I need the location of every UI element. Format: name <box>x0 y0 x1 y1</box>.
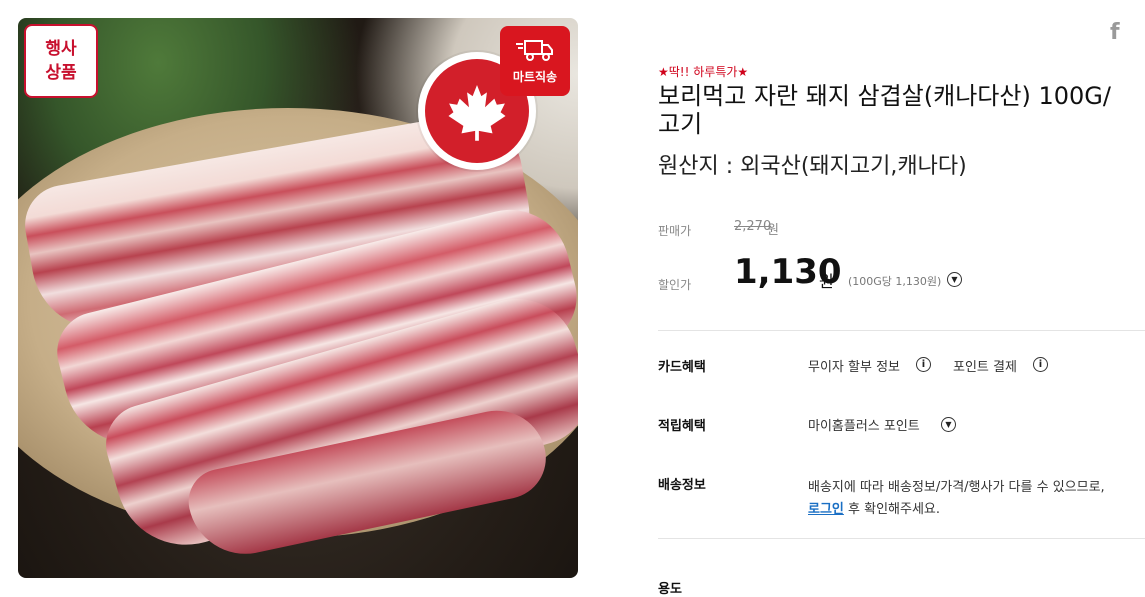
product-image: 행사 상품 마트직송 <box>18 18 578 578</box>
sale-price-unit: 원 <box>819 272 834 291</box>
list-price: 2,270 <box>734 219 772 234</box>
info-icon[interactable]: i <box>916 357 931 372</box>
reward-point-text: 마이홈플러스 포인트 <box>808 419 920 434</box>
login-link[interactable]: 로그인 <box>808 502 844 517</box>
shipping-info-text: 배송지에 따라 배송정보/가격/행사가 다를 수 있으므로, <box>808 480 1105 495</box>
mart-delivery-badge: 마트직송 <box>500 26 570 96</box>
event-badge-line1: 행사 <box>45 39 77 59</box>
product-title-line1: 보리먹고 자란 돼지 삼겹살(캐나다산) 100G/ <box>658 82 1111 110</box>
promo-tag: ★딱!! 하루특가★ <box>658 65 749 79</box>
usage-label: 용도 <box>658 582 682 597</box>
unit-price-toggle-icon[interactable]: ▼ <box>947 272 962 287</box>
divider <box>658 538 1145 539</box>
reward-benefit-label: 적립혜택 <box>658 419 706 434</box>
shipping-info-text2: 후 확인해주세요. <box>843 502 941 517</box>
mart-badge-label: 마트직송 <box>512 69 558 84</box>
maple-leaf-icon <box>448 84 506 141</box>
card-point-link[interactable]: 포인트 결제 <box>953 356 1017 375</box>
sale-price-label: 할인가 <box>658 278 692 292</box>
product-origin: 원산지 : 외국산(돼지고기,캐나다) <box>658 154 967 179</box>
shipping-info-label: 배송정보 <box>658 478 706 493</box>
truck-icon <box>516 39 553 61</box>
divider <box>658 330 1145 331</box>
event-product-badge: 행사 상품 <box>24 24 98 98</box>
unit-price: (100G당 1,130원) <box>848 275 942 288</box>
product-title-line2: 고기 <box>658 110 703 138</box>
list-price-label: 판매가 <box>658 224 692 238</box>
list-price-unit: 원 <box>767 223 779 238</box>
info-icon[interactable]: i <box>1033 357 1048 372</box>
event-badge-line2: 상품 <box>45 63 77 83</box>
reward-toggle-icon[interactable]: ▼ <box>941 417 956 432</box>
card-installment-link[interactable]: 무이자 할부 정보 <box>808 356 900 375</box>
facebook-share-icon[interactable]: f <box>1110 20 1120 45</box>
product-title: 보리먹고 자란 돼지 삼겹살(캐나다산) 100G/ 고기 <box>658 82 1145 138</box>
card-benefit-label: 카드혜택 <box>658 360 706 375</box>
shipping-login-line: 로그인 후 확인해주세요. <box>808 498 940 517</box>
